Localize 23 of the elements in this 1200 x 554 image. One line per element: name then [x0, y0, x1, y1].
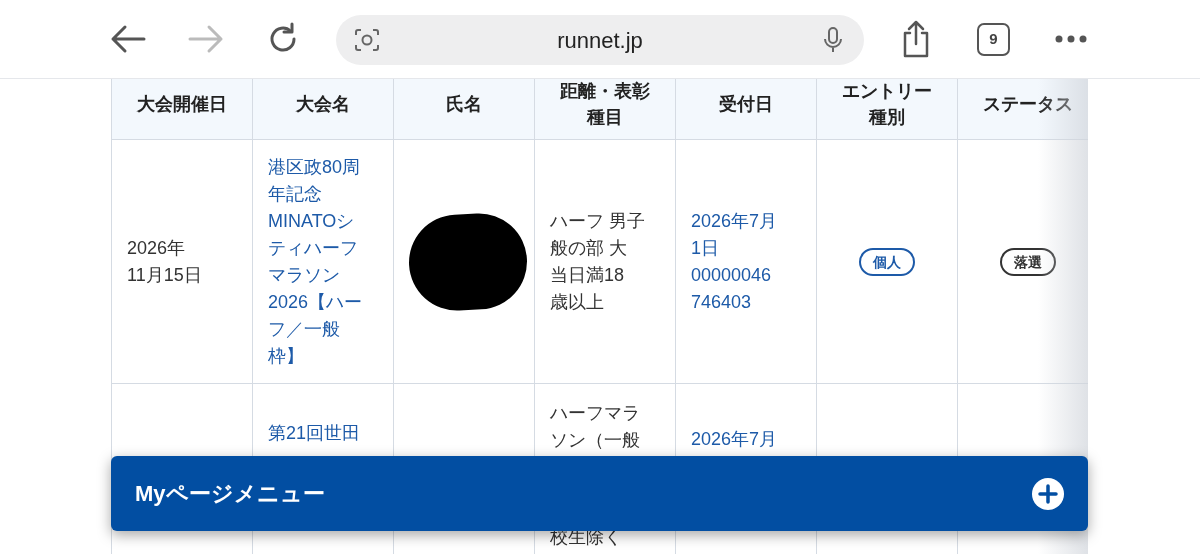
plus-icon	[1032, 477, 1064, 510]
back-icon[interactable]	[110, 24, 146, 54]
address-bar[interactable]: runnet.jp	[336, 15, 864, 65]
tab-count-button[interactable]: 9	[977, 23, 1010, 56]
column-header: 距離・表彰 種目	[560, 80, 650, 127]
url-text: runnet.jp	[557, 26, 643, 55]
column-header: エントリー 種別	[842, 80, 932, 127]
distance-category: ハーフマラ ソン（一般	[550, 402, 641, 452]
column-header: 受付日	[719, 93, 773, 114]
microphone-icon[interactable]	[824, 27, 842, 53]
distance-category: ハーフ 男子 般の部 大 当日満18 歳以上	[550, 209, 646, 314]
entry-type-badge: 個人	[859, 247, 915, 276]
column-header: 氏名	[446, 93, 482, 114]
camera-search-icon[interactable]	[354, 28, 380, 52]
more-icon[interactable]	[1055, 35, 1087, 43]
receipt-link[interactable]: 2026年7月	[691, 426, 801, 453]
column-header: 大会開催日	[137, 93, 227, 114]
my-page-menu-bar[interactable]: Myページメニュー	[111, 456, 1088, 531]
event-date: 2026年 11月15日	[127, 236, 203, 287]
column-header: 大会名	[296, 93, 350, 114]
status-badge: 落選	[1000, 247, 1056, 276]
column-header: ステータス	[983, 93, 1073, 114]
event-name-link[interactable]: 第21回世田	[268, 420, 378, 447]
